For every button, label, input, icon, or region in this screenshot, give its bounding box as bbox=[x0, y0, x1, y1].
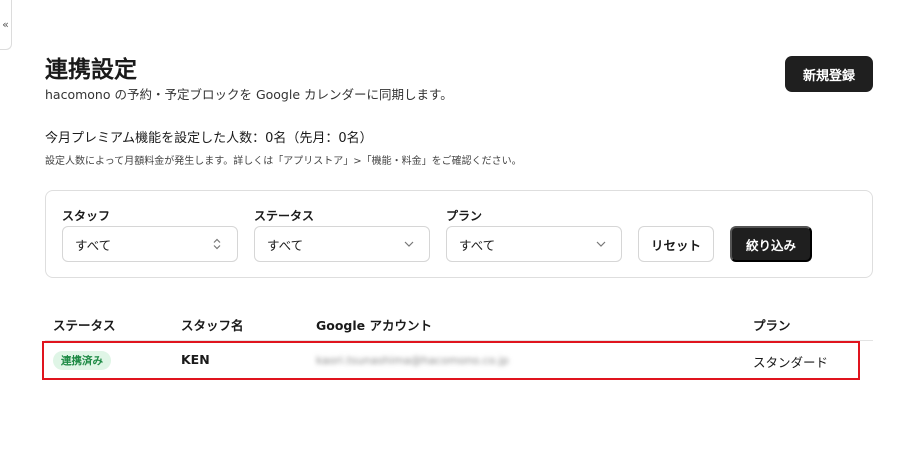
plan-filter-label: プラン bbox=[446, 209, 483, 223]
table-header: ステータス スタッフ名 Google アカウント プラン bbox=[45, 305, 873, 341]
page-subtitle: hacomono の予約・予定ブロックを Google カレンダーに同期します。 bbox=[45, 87, 453, 102]
new-registration-button[interactable]: 新規登録 bbox=[785, 56, 873, 92]
status-filter-select[interactable]: すべて bbox=[254, 226, 430, 262]
page-title: 連携設定 bbox=[45, 57, 137, 83]
integration-table: ステータス スタッフ名 Google アカウント プラン 連携済み KEN ka… bbox=[42, 305, 873, 381]
filter-panel: スタッフ すべて ステータス すべて プラン すべて リセット 絞り込み bbox=[45, 190, 873, 278]
updown-chevron-icon bbox=[213, 238, 221, 250]
chevron-down-icon bbox=[596, 241, 606, 247]
plan-filter-value: すべて bbox=[459, 237, 496, 253]
sidebar-collapse-toggle[interactable]: « bbox=[0, 0, 12, 50]
status-filter-label: ステータス bbox=[254, 209, 315, 223]
header-plan: プラン bbox=[753, 318, 791, 333]
reset-button[interactable]: リセット bbox=[638, 226, 714, 262]
staff-filter-label: スタッフ bbox=[62, 209, 111, 223]
status-badge: 連携済み bbox=[53, 351, 111, 370]
chevron-down-icon bbox=[404, 241, 414, 247]
header-google-account: Google アカウント bbox=[316, 318, 432, 333]
double-chevron-left-icon: « bbox=[2, 18, 9, 31]
plan-filter-select[interactable]: すべて bbox=[446, 226, 622, 262]
staff-filter-select[interactable]: すべて bbox=[62, 226, 238, 262]
premium-note: 設定人数によって月額料金が発生します。詳しくは「アプリストア」>「機能・料金」を… bbox=[45, 156, 522, 167]
table-row[interactable]: 連携済み KEN kaori.tsunashima@hacomono.co.jp… bbox=[42, 341, 873, 381]
header-staff: スタッフ名 bbox=[181, 318, 244, 333]
header-status: ステータス bbox=[53, 318, 116, 333]
plan-name: スタンダード bbox=[753, 355, 829, 370]
apply-filter-button[interactable]: 絞り込み bbox=[730, 226, 812, 262]
premium-count-text: 今月プレミアム機能を設定した人数：0名（先月：0名） bbox=[45, 131, 373, 146]
status-filter-value: すべて bbox=[267, 237, 304, 253]
staff-filter-value: すべて bbox=[75, 237, 112, 253]
google-account-email: kaori.tsunashima@hacomono.co.jp bbox=[316, 354, 509, 367]
staff-name: KEN bbox=[181, 352, 210, 367]
